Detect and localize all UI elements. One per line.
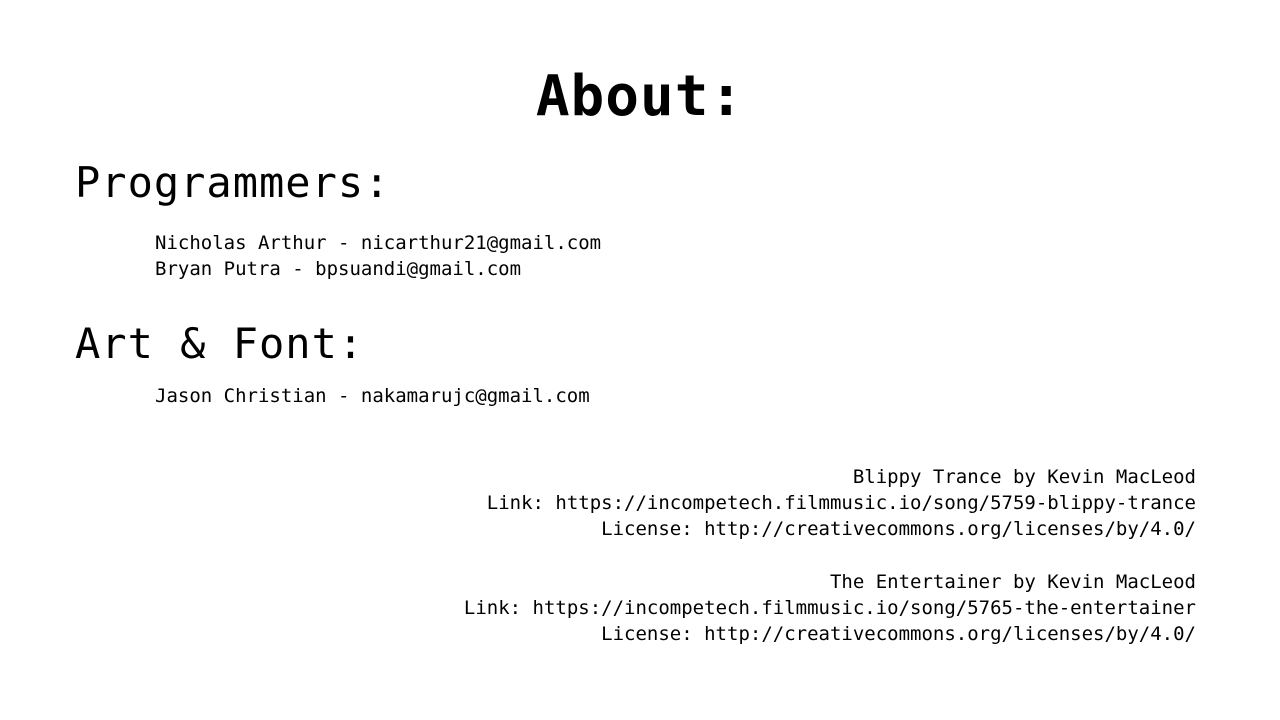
music-license: License: http://creativecommons.org/lice… [601, 623, 1196, 645]
music-title: Blippy Trance by Kevin MacLeod [852, 466, 1196, 488]
art-font-heading: Art & Font: [75, 319, 365, 368]
music-credit-block: Blippy Trance by Kevin MacLeod Link: htt… [464, 464, 1196, 542]
programmers-list: Nicholas Arthur - nicarthur21@gmail.com … [155, 230, 601, 282]
music-link: Link: https://incompetech.filmmusic.io/s… [486, 492, 1196, 514]
artist-credit: Jason Christian - nakamarujc@gmail.com [155, 385, 590, 407]
about-screen: About: Programmers: Nicholas Arthur - ni… [0, 0, 1280, 720]
music-link: Link: https://incompetech.filmmusic.io/s… [463, 597, 1196, 619]
programmer-credit: Nicholas Arthur - nicarthur21@gmail.com [155, 232, 602, 254]
art-font-list: Jason Christian - nakamarujc@gmail.com [155, 383, 590, 409]
music-license: License: http://creativecommons.org/lice… [601, 518, 1196, 540]
music-title: The Entertainer by Kevin MacLeod [829, 571, 1196, 593]
programmers-heading: Programmers: [75, 158, 391, 207]
programmer-credit: Bryan Putra - bpsuandi@gmail.com [155, 258, 522, 280]
page-title: About: [535, 64, 745, 129]
music-credits: Blippy Trance by Kevin MacLeod Link: htt… [464, 464, 1196, 674]
music-credit-block: The Entertainer by Kevin MacLeod Link: h… [464, 569, 1196, 647]
